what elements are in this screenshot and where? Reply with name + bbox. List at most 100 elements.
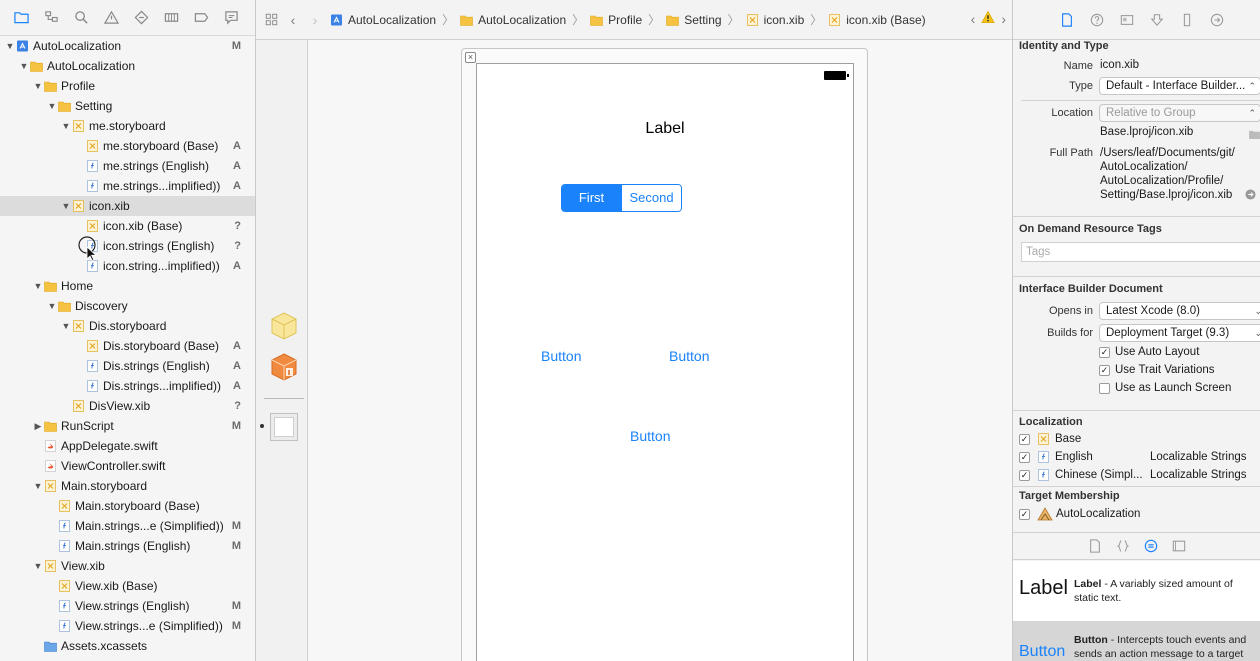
breadcrumb-item[interactable]: icon.xib <box>746 13 804 27</box>
close-icon[interactable]: × <box>465 52 476 63</box>
localization-checkbox[interactable]: ✓ <box>1019 452 1030 463</box>
object-library-icon[interactable] <box>1144 539 1158 553</box>
tree-row[interactable]: ▼ AutoLocalization M <box>0 36 255 56</box>
code-snippet-icon[interactable] <box>1116 539 1130 553</box>
tree-row[interactable]: Dis.strings (English) A <box>0 356 255 376</box>
tree-row[interactable]: DisView.xib? <box>0 396 255 416</box>
option-checkbox[interactable] <box>1099 383 1110 394</box>
library-item-label[interactable]: Label Label - A variably sized amount of… <box>1013 561 1260 621</box>
localization-type[interactable]: Localizable Strings <box>1150 469 1247 481</box>
breadcrumb-item[interactable]: Profile <box>590 13 642 27</box>
tree-row[interactable]: Assets.xcassets <box>0 636 255 656</box>
size-inspector-icon[interactable] <box>1177 10 1197 30</box>
breadcrumb-item[interactable]: AutoLocalization <box>460 13 566 27</box>
option-checkbox[interactable]: ✓ <box>1099 347 1110 358</box>
search-icon[interactable] <box>66 6 96 30</box>
segmented-control[interactable]: First Second <box>561 184 682 212</box>
localization-type[interactable]: Localizable Strings <box>1150 451 1247 463</box>
type-popup[interactable]: Default - Interface Builder... ⌃ <box>1099 77 1260 95</box>
tree-row[interactable]: Main.strings (English) M <box>0 536 255 556</box>
folder-icon[interactable] <box>6 6 36 30</box>
tree-row[interactable]: ▼ me.storyboard <box>0 116 255 136</box>
reveal-arrow-icon[interactable] <box>1245 189 1256 200</box>
interface-builder-canvas[interactable]: × Label First Second Button Button Butto… <box>309 40 1012 661</box>
breadcrumb-item[interactable]: AutoLocalization <box>330 13 436 27</box>
file-template-icon[interactable] <box>1088 539 1102 553</box>
next-issue-icon[interactable]: › <box>1001 11 1006 27</box>
warning-icon[interactable] <box>981 10 996 27</box>
tree-row[interactable]: ▶ RunScript M <box>0 416 255 436</box>
tree-row[interactable]: me.strings (English) A <box>0 156 255 176</box>
tree-row[interactable]: Dis.storyboard (Base) A <box>0 336 255 356</box>
report-icon[interactable] <box>216 6 246 30</box>
breadcrumb-item[interactable]: icon.xib (Base) <box>828 13 926 27</box>
library-item-button[interactable]: Button Button - Intercepts touch events … <box>1013 621 1260 661</box>
device-view[interactable]: Label First Second Button Button Button <box>476 63 854 661</box>
identity-inspector-icon[interactable] <box>1117 10 1137 30</box>
canvas-label[interactable]: Label <box>477 120 853 138</box>
disclosure-expanded-icon[interactable]: ▼ <box>46 296 58 316</box>
forward-arrow-icon[interactable]: › <box>304 10 326 30</box>
tree-row[interactable]: ▼ icon.xib <box>0 196 255 216</box>
disclosure-expanded-icon[interactable]: ▼ <box>32 556 44 576</box>
tree-row[interactable]: me.storyboard (Base) A <box>0 136 255 156</box>
location-popup[interactable]: Relative to Group ⌃ <box>1099 104 1260 122</box>
option-checkbox[interactable]: ✓ <box>1099 365 1110 376</box>
tree-row[interactable]: ▼ Setting <box>0 96 255 116</box>
warning-icon[interactable] <box>96 6 126 30</box>
attributes-inspector-icon[interactable] <box>1147 10 1167 30</box>
tree-row[interactable]: ViewController.swift <box>0 456 255 476</box>
folder-icon[interactable] <box>1249 128 1260 139</box>
previous-issue-icon[interactable]: ‹ <box>971 11 976 27</box>
localization-checkbox[interactable]: ✓ <box>1019 470 1030 481</box>
builds-for-popup[interactable]: Deployment Target (9.3) ⌄ <box>1099 324 1260 342</box>
tree-row[interactable]: ▼ Profile <box>0 76 255 96</box>
disclosure-expanded-icon[interactable]: ▼ <box>4 36 16 56</box>
canvas-button-center[interactable]: Button <box>630 428 670 444</box>
tree-row[interactable]: View.strings...e (Simplified)) M <box>0 616 255 636</box>
tree-row[interactable]: Main.strings...e (Simplified)) M <box>0 516 255 536</box>
tree-row[interactable]: View.strings (English) M <box>0 596 255 616</box>
name-value[interactable]: icon.xib <box>1100 59 1139 71</box>
tree-row[interactable]: ▼ Discovery <box>0 296 255 316</box>
disclosure-expanded-icon[interactable]: ▼ <box>32 476 44 496</box>
back-arrow-icon[interactable]: ‹ <box>282 10 304 30</box>
disclosure-expanded-icon[interactable]: ▼ <box>32 276 44 296</box>
file-inspector-icon[interactable] <box>1057 10 1077 30</box>
disclosure-collapsed-icon[interactable]: ▶ <box>32 416 44 436</box>
tree-row[interactable]: ▼ Dis.storyboard <box>0 316 255 336</box>
tree-row[interactable]: ▼ Home <box>0 276 255 296</box>
tree-row[interactable]: ▼ Main.storyboard <box>0 476 255 496</box>
connections-inspector-icon[interactable] <box>1207 10 1227 30</box>
target-checkbox[interactable]: ✓ <box>1019 509 1030 520</box>
tags-field[interactable]: Tags <box>1021 242 1260 262</box>
disclosure-expanded-icon[interactable]: ▼ <box>60 196 72 216</box>
tree-row[interactable]: ▼ AutoLocalization <box>0 56 255 76</box>
tree-row[interactable]: AppDelegate.swift <box>0 436 255 456</box>
test-diamond-icon[interactable] <box>126 6 156 30</box>
tree-row[interactable]: me.strings...implified)) A <box>0 176 255 196</box>
tree-row[interactable]: icon.xib (Base)? <box>0 216 255 236</box>
tree-row[interactable]: Dis.strings...implified)) A <box>0 376 255 396</box>
breakpoint-icon[interactable] <box>186 6 216 30</box>
opens-in-popup[interactable]: Latest Xcode (8.0) ⌄ <box>1099 302 1260 320</box>
disclosure-expanded-icon[interactable]: ▼ <box>60 116 72 136</box>
canvas-button-right[interactable]: Button <box>669 348 709 364</box>
tree-row[interactable]: ▼ View.xib <box>0 556 255 576</box>
canvas-button-left[interactable]: Button <box>541 348 581 364</box>
hierarchy-icon[interactable] <box>36 6 66 30</box>
placeholder-cube-icon[interactable] <box>268 310 300 342</box>
disclosure-expanded-icon[interactable]: ▼ <box>32 76 44 96</box>
localization-checkbox[interactable]: ✓ <box>1019 434 1030 445</box>
first-responder-cube-icon[interactable] <box>268 351 300 383</box>
segment-second[interactable]: Second <box>621 185 681 211</box>
debug-gauge-icon[interactable] <box>156 6 186 30</box>
breadcrumb-item[interactable]: Setting <box>666 13 722 27</box>
related-items-icon[interactable] <box>260 10 282 30</box>
tree-row[interactable]: icon.string...implified)) A <box>0 256 255 276</box>
disclosure-expanded-icon[interactable]: ▼ <box>60 316 72 336</box>
disclosure-expanded-icon[interactable]: ▼ <box>18 56 30 76</box>
media-library-icon[interactable] <box>1172 539 1186 553</box>
view-object-icon[interactable] <box>270 413 298 441</box>
tree-row[interactable]: Main.storyboard (Base) <box>0 496 255 516</box>
